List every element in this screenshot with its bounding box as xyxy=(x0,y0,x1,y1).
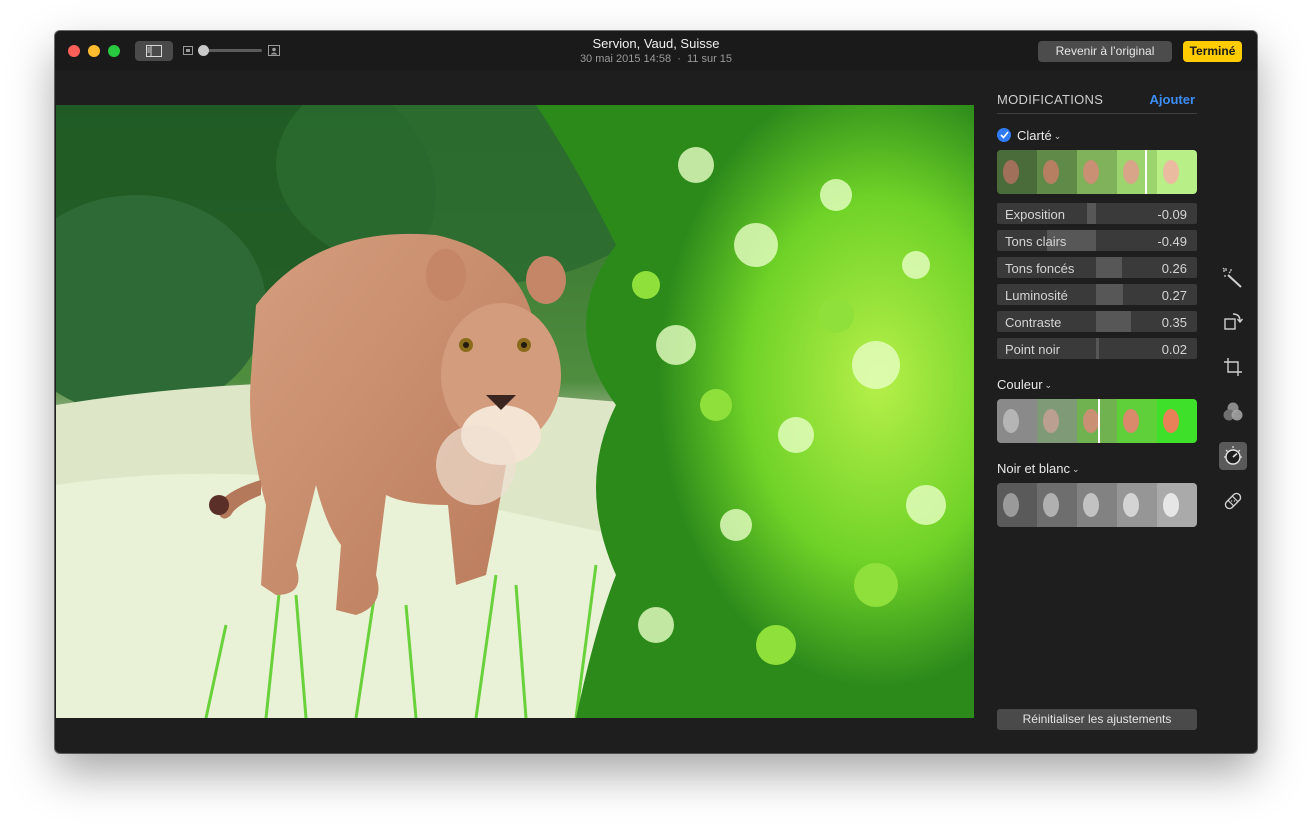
magic-wand-icon xyxy=(1222,267,1242,288)
lioness-photo xyxy=(56,105,974,718)
highlights-slider[interactable]: Tons clairs -0.49 xyxy=(997,230,1197,251)
done-button[interactable]: Terminé xyxy=(1183,41,1242,62)
highlights-label: Tons clairs xyxy=(1005,234,1067,249)
brightness-slider-fill xyxy=(1096,284,1123,305)
brightness-slider[interactable]: Luminosité 0.27 xyxy=(997,284,1197,305)
clarity-enabled-checkbox[interactable] xyxy=(997,128,1011,142)
bw-label: Noir et blanc xyxy=(997,460,1070,476)
bw-preview-strip[interactable] xyxy=(997,483,1197,527)
clarity-section-header[interactable]: Clarté ⌄ xyxy=(997,126,1061,144)
bw-section-header[interactable]: Noir et blanc ⌄ xyxy=(997,459,1080,477)
clarity-label: Clarté xyxy=(1017,127,1052,143)
black-point-slider[interactable]: Point noir 0.02 xyxy=(997,338,1197,359)
shadows-slider[interactable]: Tons foncés 0.26 xyxy=(997,257,1197,278)
color-label: Couleur xyxy=(997,376,1043,392)
adjust-icon xyxy=(1224,446,1242,465)
color-thumbnails xyxy=(997,399,1197,443)
chevron-down-icon: ⌄ xyxy=(1044,379,1053,390)
crop-icon xyxy=(1224,358,1242,376)
brightness-value: 0.27 xyxy=(1161,288,1187,303)
chevron-down-icon: ⌄ xyxy=(1071,463,1080,474)
black-point-label: Point noir xyxy=(1005,342,1060,357)
photo-position: 11 sur 15 xyxy=(687,53,733,65)
reset-adjustments-button[interactable]: Réinitialiser les ajustements xyxy=(997,709,1197,730)
photo-date: 30 mai 2015 14:58 xyxy=(579,53,672,65)
color-preview-strip[interactable] xyxy=(997,399,1197,443)
shadows-slider-fill xyxy=(1096,257,1122,278)
title-bar: Servion, Vaud, Suisse 30 mai 2015 14:58 … xyxy=(55,31,1257,70)
black-point-slider-fill xyxy=(1096,338,1099,359)
filters-icon xyxy=(1223,402,1243,421)
color-section-header[interactable]: Couleur ⌄ xyxy=(997,375,1052,393)
revert-to-original-button[interactable]: Revenir à l’original xyxy=(1038,41,1172,62)
photos-edit-window: Servion, Vaud, Suisse 30 mai 2015 14:58 … xyxy=(55,31,1257,753)
exposure-slider[interactable]: Exposition -0.09 xyxy=(997,203,1197,224)
bw-thumbnails xyxy=(997,483,1197,527)
contrast-slider-fill xyxy=(1096,311,1131,332)
subtitle-separator: · xyxy=(677,53,681,65)
black-point-value: 0.02 xyxy=(1161,342,1187,357)
adjustments-header: MODIFICATIONS Ajouter xyxy=(997,92,1197,114)
shadows-label: Tons foncés xyxy=(1005,261,1075,276)
contrast-value: 0.35 xyxy=(1161,315,1187,330)
adjust-tool-button[interactable] xyxy=(1219,442,1247,470)
brightness-label: Luminosité xyxy=(1005,288,1068,303)
rotate-tool-button[interactable] xyxy=(1219,308,1247,336)
exposure-slider-fill xyxy=(1087,203,1096,224)
highlights-value: -0.49 xyxy=(1157,234,1187,249)
rotate-icon xyxy=(1224,313,1244,330)
retouch-icon xyxy=(1224,492,1242,510)
contrast-label: Contraste xyxy=(1005,315,1062,330)
shadows-value: 0.26 xyxy=(1161,261,1187,276)
exposure-label: Exposition xyxy=(1005,207,1065,222)
add-adjustment-button[interactable]: Ajouter xyxy=(1150,92,1196,107)
checkmark-icon xyxy=(999,131,1009,139)
contrast-slider[interactable]: Contraste 0.35 xyxy=(997,311,1197,332)
clarity-thumbnails xyxy=(997,150,1197,194)
chevron-down-icon: ⌄ xyxy=(1053,130,1062,141)
enhance-tool-button[interactable] xyxy=(1219,264,1247,292)
panel-title: MODIFICATIONS xyxy=(997,92,1104,107)
edited-photo[interactable] xyxy=(56,105,974,718)
retouch-tool-button[interactable] xyxy=(1219,487,1247,515)
exposure-value: -0.09 xyxy=(1157,207,1187,222)
filters-tool-button[interactable] xyxy=(1219,398,1247,426)
crop-tool-button[interactable] xyxy=(1219,353,1247,381)
clarity-preview-strip[interactable] xyxy=(997,150,1197,194)
